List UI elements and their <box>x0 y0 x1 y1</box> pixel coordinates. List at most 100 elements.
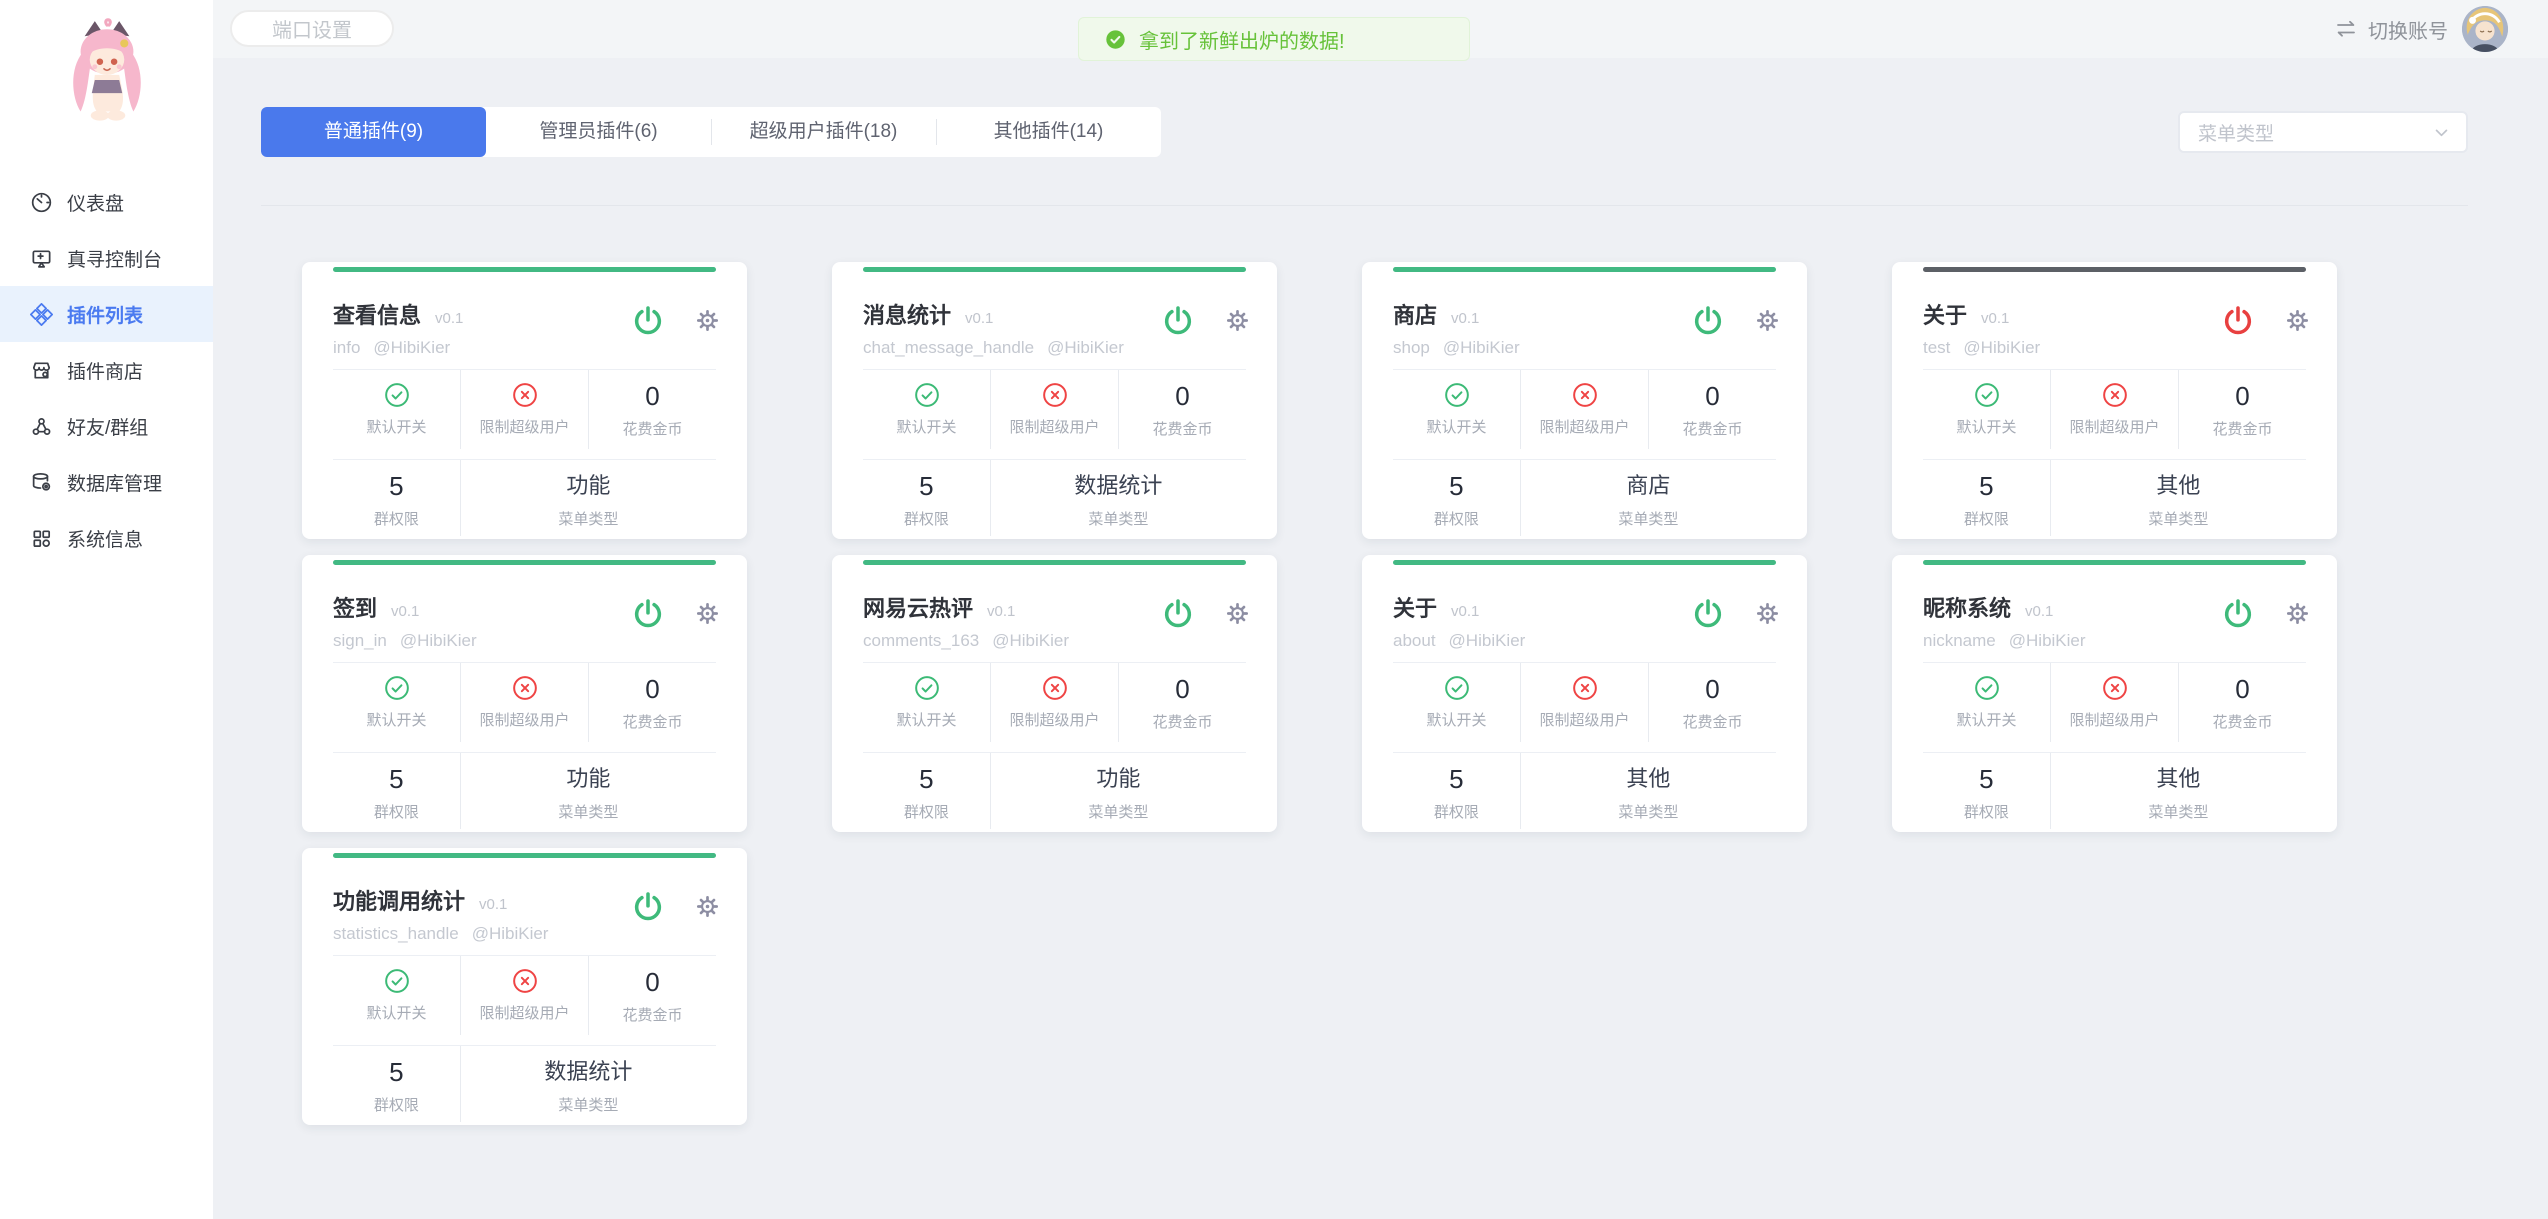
group-permission-value: 5 <box>389 471 403 501</box>
stat-menu-type: 功能 菜单类型 <box>461 753 716 829</box>
power-toggle-icon[interactable] <box>631 304 665 338</box>
settings-gear-icon[interactable] <box>1755 601 1780 626</box>
sidebar-item-plugins[interactable]: 插件列表 <box>0 286 213 342</box>
cost-gold-value: 0 <box>1175 381 1189 411</box>
toast-success-icon <box>1105 29 1126 50</box>
power-toggle-icon[interactable] <box>2221 304 2255 338</box>
cost-gold-value: 0 <box>1705 674 1719 704</box>
plugin-author: @HibiKier <box>400 630 477 652</box>
power-toggle-icon[interactable] <box>1691 304 1725 338</box>
plugin-title: 查看信息 <box>333 302 421 330</box>
check-circle-icon <box>1443 381 1471 409</box>
stat-cost-gold: 0 花费金币 <box>1649 370 1776 449</box>
stat-menu-type: 其他 菜单类型 <box>1521 753 1776 829</box>
tab-0[interactable]: 普通插件(9) <box>261 107 486 157</box>
stat-menu-type: 商店 菜单类型 <box>1521 460 1776 536</box>
check-circle-icon <box>1973 381 2001 409</box>
settings-gear-icon[interactable] <box>1225 601 1250 626</box>
account-area: 切换账号 <box>2334 0 2508 58</box>
stat-cost-gold: 0 花费金币 <box>2179 663 2306 742</box>
stat-cost-gold: 0 花费金币 <box>589 663 716 742</box>
toolbar-divider <box>261 205 2468 206</box>
settings-gear-icon[interactable] <box>2285 601 2310 626</box>
power-toggle-icon[interactable] <box>631 597 665 631</box>
settings-gear-icon[interactable] <box>695 894 720 919</box>
plugin-card-grid: 查看信息 v0.1 info @HibiKier <box>302 262 2548 1125</box>
stat-default-switch: 默认开关 <box>333 663 461 742</box>
stat-restrict-superuser: 限制超级用户 <box>2051 663 2179 742</box>
stat-menu-type: 其他 菜单类型 <box>2051 460 2306 536</box>
x-circle-icon <box>1041 674 1069 702</box>
sidebar: 仪表盘 真寻控制台 插件列表 插件商店 好友/群组 数据库管理 系统信息 <box>0 0 213 1219</box>
plugin-title: 关于 <box>1923 302 1967 330</box>
settings-gear-icon[interactable] <box>1755 308 1780 333</box>
sidebar-item-store[interactable]: 插件商店 <box>0 342 213 398</box>
cost-gold-value: 0 <box>2235 381 2249 411</box>
stat-cost-gold: 0 花费金币 <box>589 956 716 1035</box>
main-area: 端口设置 拿到了新鲜出炉的数据! 切换账号 <box>213 0 2548 1219</box>
stat-group-permission: 5 群权限 <box>333 460 461 536</box>
stat-default-switch: 默认开关 <box>1923 370 2051 449</box>
stat-menu-type: 数据统计 菜单类型 <box>991 460 1246 536</box>
stat-group-permission: 5 群权限 <box>1393 460 1521 536</box>
settings-gear-icon[interactable] <box>2285 308 2310 333</box>
chibi-mascot-illustration <box>55 16 159 148</box>
group-permission-value: 5 <box>1979 471 1993 501</box>
sidebar-item-friends[interactable]: 好友/群组 <box>0 398 213 454</box>
stat-default-switch: 默认开关 <box>863 663 991 742</box>
power-toggle-icon[interactable] <box>1691 597 1725 631</box>
stat-group-permission: 5 群权限 <box>1923 460 2051 536</box>
check-circle-icon <box>1973 674 2001 702</box>
stat-cost-gold: 0 花费金币 <box>1119 370 1246 449</box>
power-toggle-icon[interactable] <box>1161 304 1195 338</box>
plugin-title: 关于 <box>1393 595 1437 623</box>
power-toggle-icon[interactable] <box>2221 597 2255 631</box>
menu-type-select[interactable]: 菜单类型 <box>2178 111 2468 153</box>
plugin-card: 关于 v0.1 test @HibiKier <box>1892 262 2337 539</box>
sidebar-item-system[interactable]: 系统信息 <box>0 510 213 566</box>
stat-menu-type: 其他 菜单类型 <box>2051 753 2306 829</box>
port-settings-button[interactable]: 端口设置 <box>230 10 394 47</box>
settings-gear-icon[interactable] <box>695 308 720 333</box>
tab-1[interactable]: 管理员插件(6) <box>486 107 711 157</box>
sidebar-item-label: 插件列表 <box>67 301 143 328</box>
group-permission-value: 5 <box>389 1057 403 1087</box>
check-circle-icon <box>913 674 941 702</box>
stat-menu-type: 功能 菜单类型 <box>991 753 1246 829</box>
tab-3[interactable]: 其他插件(14) <box>936 107 1161 157</box>
sidebar-item-database[interactable]: 数据库管理 <box>0 454 213 510</box>
stat-restrict-superuser: 限制超级用户 <box>461 956 589 1035</box>
menu-type-value: 数据统计 <box>544 1057 632 1087</box>
menu-type-value: 商店 <box>1626 471 1670 501</box>
stat-group-permission: 5 群权限 <box>333 753 461 829</box>
database-icon <box>30 471 53 494</box>
plugin-module: shop <box>1393 337 1430 359</box>
gauge-icon <box>30 191 53 214</box>
plugin-title: 消息统计 <box>863 302 951 330</box>
plugin-version: v0.1 <box>391 598 419 626</box>
sidebar-item-label: 好友/群组 <box>67 413 148 440</box>
plugin-module: nickname <box>1923 630 1996 652</box>
stat-default-switch: 默认开关 <box>1393 370 1521 449</box>
stat-restrict-superuser: 限制超级用户 <box>991 370 1119 449</box>
cost-gold-value: 0 <box>645 381 659 411</box>
sidebar-item-gauge[interactable]: 仪表盘 <box>0 174 213 230</box>
menu-type-value: 其他 <box>2156 764 2200 794</box>
plugins-icon <box>30 303 53 326</box>
switch-account-label: 切换账号 <box>2368 15 2448 44</box>
switch-account-button[interactable]: 切换账号 <box>2334 15 2448 44</box>
cost-gold-value: 0 <box>1705 381 1719 411</box>
user-avatar[interactable] <box>2462 6 2508 52</box>
power-toggle-icon[interactable] <box>1161 597 1195 631</box>
x-circle-icon <box>2101 381 2129 409</box>
sidebar-item-console[interactable]: 真寻控制台 <box>0 230 213 286</box>
settings-gear-icon[interactable] <box>695 601 720 626</box>
plugin-title: 签到 <box>333 595 377 623</box>
friends-icon <box>30 415 53 438</box>
tab-2[interactable]: 超级用户插件(18) <box>711 107 936 157</box>
power-toggle-icon[interactable] <box>631 890 665 924</box>
stat-default-switch: 默认开关 <box>1923 663 2051 742</box>
menu-type-value: 功能 <box>566 764 610 794</box>
x-circle-icon <box>511 967 539 995</box>
settings-gear-icon[interactable] <box>1225 308 1250 333</box>
